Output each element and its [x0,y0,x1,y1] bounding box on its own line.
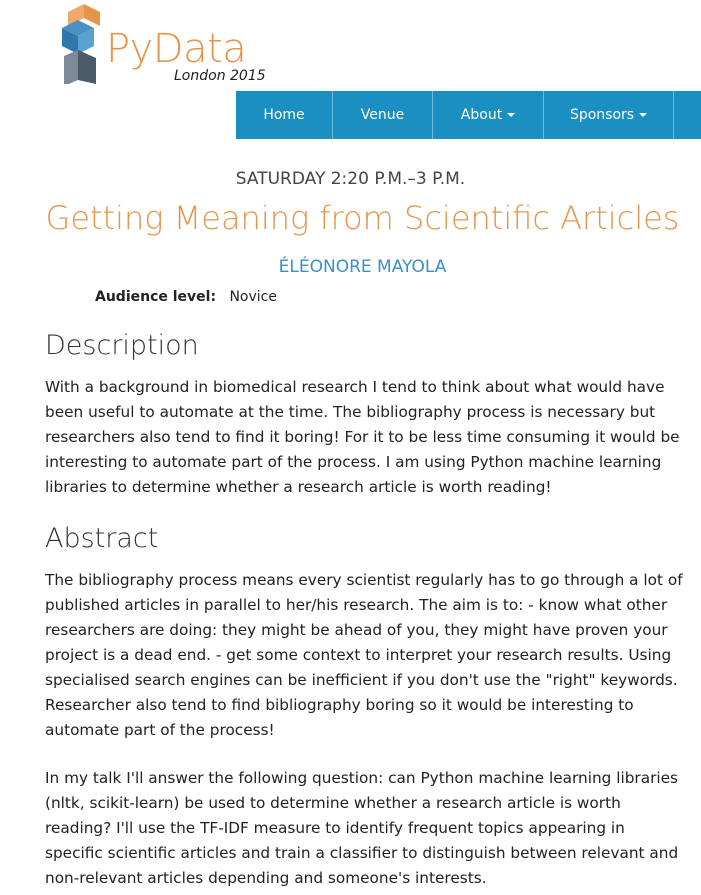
audience-level: Audience level: Novice [95,289,277,305]
caret-down-icon [507,113,516,117]
abstract-paragraph-1: The bibliography process means every sci… [45,571,683,739]
audience-level-label: Audience level: [95,289,217,305]
pydata-cube-icon [62,4,100,84]
description-heading: Description [45,330,199,361]
description-text: With a background in biomedical research… [45,378,680,496]
nav-home[interactable]: Home [236,91,333,139]
abstract-heading: Abstract [45,523,159,554]
abstract-paragraph-2: In my talk I'll answer the following que… [45,769,679,887]
speaker-link[interactable]: ÉLÉONORE MAYOLA [0,257,701,277]
caret-down-icon [639,113,648,117]
nav-home-label: Home [263,107,305,123]
nav-about[interactable]: About [433,91,544,139]
main-navbar: Home Venue About Sponsors [236,91,701,139]
pydata-logo[interactable]: PyData London 2015 [62,4,282,88]
logo-tagline: London 2015 [174,68,266,84]
talk-title: Getting Meaning from Scientific Articles [45,199,680,237]
audience-level-value: Novice [229,289,277,305]
nav-about-label: About [460,107,503,123]
nav-venue-label: Venue [360,107,405,123]
nav-more[interactable] [674,91,701,139]
logo-wordmark: PyData [106,26,247,72]
nav-sponsors-label: Sponsors [569,107,635,123]
talk-time: SATURDAY 2:20 P.M.–3 P.M. [235,169,466,189]
nav-sponsors[interactable]: Sponsors [544,91,674,139]
nav-venue[interactable]: Venue [333,91,433,139]
